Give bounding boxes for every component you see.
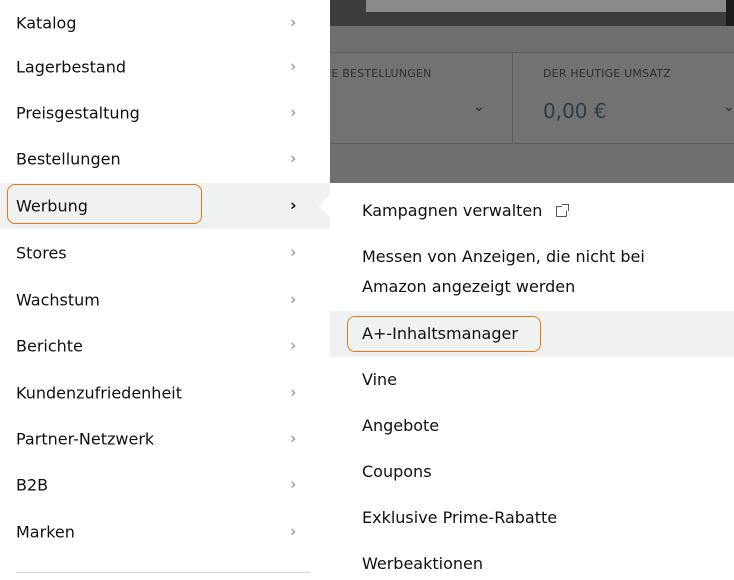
submenu-item-label: Kampagnen verwalten [362,201,543,220]
submenu-item-messen-von-anzeigen[interactable]: Messen von Anzeigen, die nicht bei Amazo… [330,243,734,313]
submenu-item-coupons[interactable]: Coupons [330,449,734,495]
top-bar-corner [726,0,734,26]
a-plus-highlight-box [347,316,541,352]
submenu-item-werbeaktionen[interactable]: Werbeaktionen [330,541,734,580]
chevron-right-icon: › [290,148,297,168]
submenu-item-label: Vine [362,370,398,389]
submenu-item-label: Messen von Anzeigen, die nicht bei [362,247,645,266]
menu-item-b2b[interactable]: B2B › [0,462,330,508]
chevron-right-icon: › [290,382,297,402]
submenu-item-exklusive-prime-rabatte[interactable]: Exklusive Prime-Rabatte [330,495,734,541]
menu-item-label: Lagerbestand [16,57,127,77]
submenu-item-label-line2: Amazon angezeigt werden [362,277,576,296]
menu-item-label: Wachstum [16,290,100,310]
submenu-item-label: Coupons [362,462,432,481]
menu-item-berichte[interactable]: Berichte › [0,323,330,369]
menu-item-wachstum[interactable]: Wachstum › [0,277,330,323]
menu-item-katalog[interactable]: Katalog › [0,0,330,46]
chevron-right-icon: › [290,474,297,494]
menu-item-label: Kundenzufriedenheit [16,383,182,403]
menu-item-bestellungen[interactable]: Bestellungen › [0,136,330,182]
submenu-item-label: Werbeaktionen [362,554,484,573]
menu-item-label: Bestellungen [16,149,121,169]
menu-item-marken[interactable]: Marken › [0,509,330,555]
werbung-highlight-box [7,184,202,224]
chevron-right-icon: › [290,335,297,355]
chevron-right-icon: › [290,242,297,262]
menu-item-lagerbestand[interactable]: Lagerbestand › [0,44,330,90]
chevron-right-icon: › [290,12,297,32]
menu-item-label: Partner-Netzwerk [16,429,155,449]
menu-item-label: B2B [16,475,49,495]
submenu-item-kampagnen-verwalten[interactable]: Kampagnen verwalten [330,183,734,243]
werbung-submenu: Kampagnen verwalten Messen von Anzeigen,… [330,183,734,580]
menu-item-partner-netzwerk[interactable]: Partner-Netzwerk › [0,416,330,462]
menu-item-stores[interactable]: Stores › [0,230,330,276]
submenu-item-angebote[interactable]: Angebote [330,403,734,449]
search-field [366,0,726,12]
chevron-right-icon: › [290,428,297,448]
menu-item-label: Marken [16,522,75,542]
submenu-item-vine[interactable]: Vine [330,357,734,403]
menu-divider [16,572,310,573]
chevron-right-icon: › [290,289,297,309]
chevron-right-icon: › [290,195,297,215]
menu-item-label: Berichte [16,336,83,356]
menu-item-kundenzufriedenheit[interactable]: Kundenzufriedenheit › [0,370,330,416]
dashboard-backdrop: NE BESTELLUNGEN ⌄ DER HEUTIGE UMSATZ 0,0… [330,0,734,183]
chevron-right-icon: › [290,56,297,76]
orders-card-label: NE BESTELLUNGEN [330,67,432,80]
chevron-down-icon: ⌄ [473,99,485,115]
top-bar [330,0,734,26]
sales-card-value: 0,00 € [543,99,607,123]
main-nav-menu: Katalog › Lagerbestand › Preisgestaltung… [0,0,330,580]
chevron-down-icon: ⌄ [723,99,734,115]
sales-card: DER HEUTIGE UMSATZ 0,00 € ⌄ [512,52,734,144]
submenu-item-label: Exklusive Prime-Rabatte [362,508,558,527]
chevron-right-icon: › [290,102,297,122]
chevron-right-icon: › [290,521,297,541]
menu-item-label: Preisgestaltung [16,103,140,123]
sales-card-label: DER HEUTIGE UMSATZ [543,67,672,80]
menu-item-label: Stores [16,243,67,263]
external-link-icon [556,204,570,217]
menu-item-preisgestaltung[interactable]: Preisgestaltung › [0,90,330,136]
menu-item-label: Katalog [16,13,77,33]
submenu-item-label: Angebote [362,416,440,435]
submenu-item-row: Kampagnen verwalten [362,201,570,220]
